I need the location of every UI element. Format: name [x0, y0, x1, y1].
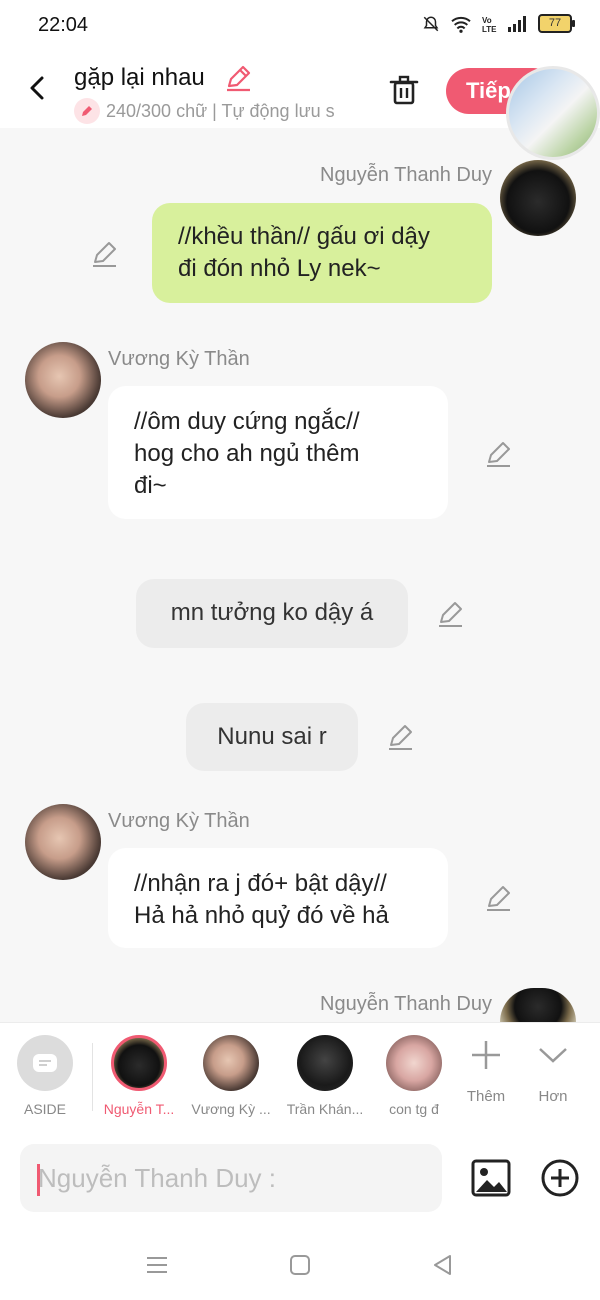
edit-title-icon[interactable]: [224, 64, 252, 92]
message-bubble[interactable]: //khều thần// gấu ơi dậy đi đón nhỏ Ly n…: [152, 203, 492, 303]
menu-icon[interactable]: [144, 1252, 170, 1278]
add-character-button[interactable]: Thêm: [456, 1037, 516, 1105]
message-line: đi đón nhỏ Ly nek~: [178, 255, 381, 282]
volte-icon: VoLTE: [482, 16, 497, 33]
character-label: Vương Kỳ ...: [191, 1101, 271, 1117]
battery-icon: 77: [538, 14, 575, 33]
status-time: 22:04: [38, 14, 89, 36]
character-label: Nguyễn T...: [103, 1101, 175, 1117]
divider: [92, 1043, 93, 1111]
message-bubble[interactable]: //ôm duy cứng ngắc// hog cho ah ngủ thêm…: [108, 386, 448, 519]
aside-icon: [17, 1035, 73, 1091]
sender-name: Vương Kỳ Thần: [108, 348, 250, 370]
sender-name: Nguyễn Thanh Duy: [320, 164, 492, 186]
wifi-icon: [451, 16, 471, 33]
character-aside[interactable]: ASIDE: [0, 1035, 90, 1117]
plus-icon: [472, 1041, 500, 1069]
floating-cover-avatar[interactable]: [506, 66, 600, 160]
signal-icon: [508, 15, 526, 32]
edit-message-icon[interactable]: [90, 240, 118, 268]
add-character-label: Thêm: [466, 1088, 506, 1105]
sender-name: Vương Kỳ Thần: [108, 810, 250, 832]
system-nav-bar: [0, 1232, 600, 1300]
avatar: [203, 1035, 259, 1091]
edit-message-icon[interactable]: [436, 600, 464, 628]
edit-message-icon[interactable]: [484, 440, 512, 468]
character-tran-khanh[interactable]: Trần Khán...: [280, 1035, 370, 1117]
message-input[interactable]: [20, 1144, 442, 1212]
word-count-status: 240/300 chữ | Tự động lưu s: [74, 98, 364, 124]
avatar: [297, 1035, 353, 1091]
aside-bubble[interactable]: Nunu sai r: [186, 703, 358, 771]
text-caret: [37, 1164, 40, 1196]
sender-name: Nguyễn Thanh Duy: [320, 993, 492, 1015]
message-line: //khều thần// gấu ơi dậy: [178, 223, 430, 250]
home-icon[interactable]: [287, 1252, 313, 1278]
pencil-icon: [74, 98, 100, 124]
svg-text:Vo: Vo: [482, 16, 492, 25]
add-circle-icon[interactable]: [540, 1158, 580, 1198]
image-icon[interactable]: [470, 1158, 512, 1198]
avatar[interactable]: [25, 342, 101, 418]
message-line: đi~: [134, 472, 167, 499]
message-line: //nhận ra j đó+ bật dậy//: [134, 870, 387, 897]
avatar[interactable]: [500, 160, 576, 236]
character-nguyen-thanh-duy[interactable]: Nguyễn T...: [94, 1035, 184, 1117]
avatar[interactable]: [500, 988, 576, 1022]
back-nav-icon[interactable]: [430, 1252, 456, 1278]
character-label: con tg đ: [389, 1101, 439, 1117]
avatar: [386, 1035, 442, 1091]
character-label: Trần Khán...: [286, 1101, 364, 1117]
story-title[interactable]: gặp lại nhau: [74, 64, 205, 92]
character-label: ASIDE: [23, 1101, 66, 1117]
word-count-text: 240/300 chữ | Tự động lưu s: [106, 100, 335, 121]
mute-bell-icon: [423, 15, 439, 31]
chevron-down-icon: [539, 1048, 567, 1063]
aside-bubble[interactable]: mn tưởng ko dậy á: [136, 579, 408, 648]
trash-icon[interactable]: [386, 72, 422, 108]
status-bar: 22:04 Vo LTE 77: [0, 0, 600, 52]
expand-characters-button[interactable]: Hơn: [523, 1037, 583, 1105]
edit-message-icon[interactable]: [484, 884, 512, 912]
svg-text:LTE: LTE: [482, 25, 497, 33]
character-vuong-ky-than[interactable]: Vương Kỳ ...: [186, 1035, 276, 1117]
message-line: hog cho ah ngủ thêm: [134, 440, 360, 467]
message-bubble[interactable]: //nhận ra j đó+ bật dậy// Hả hả nhỏ quỷ …: [108, 848, 448, 948]
back-arrow-icon[interactable]: [22, 72, 54, 104]
avatar: [111, 1035, 167, 1091]
avatar[interactable]: [25, 804, 101, 880]
character-selector: ASIDE Nguyễn T... Vương Kỳ ... Trần Khán…: [0, 1022, 600, 1133]
edit-message-icon[interactable]: [386, 723, 414, 751]
status-icons: Vo LTE 77: [422, 14, 575, 33]
message-line: Hả hả nhỏ quỷ đó về hả: [134, 902, 389, 929]
character-con-tg[interactable]: con tg đ: [374, 1035, 454, 1117]
message-line: //ôm duy cứng ngắc//: [134, 408, 360, 435]
expand-label: Hơn: [538, 1088, 568, 1105]
